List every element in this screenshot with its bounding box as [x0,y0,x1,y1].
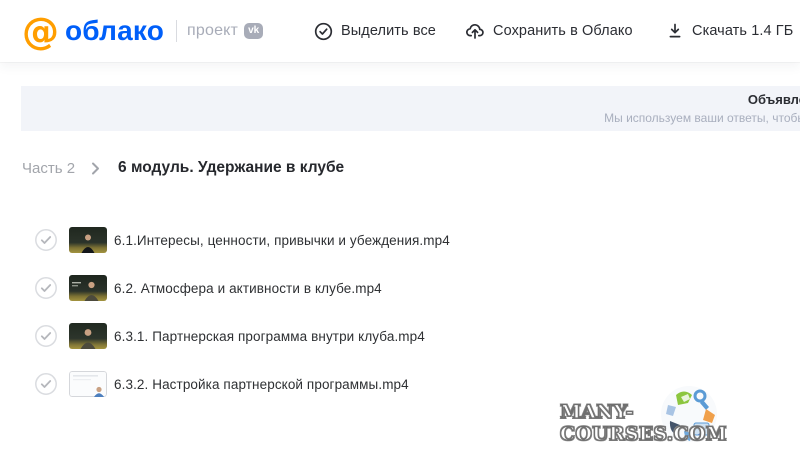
breadcrumb: Часть 2 6 модуль. Удержание в клубе [22,157,344,179]
video-thumbnail [69,275,107,301]
video-thumbnail [69,323,107,349]
download-button[interactable]: Скачать 1.4 ГБ [666,0,793,62]
top-header: @ облако проект vk Выделить все Сохранит… [0,0,800,62]
file-name: 6.3.1. Партнерская программа внутри клуб… [114,329,425,344]
file-row[interactable]: 6.3.2. Настройка партнерской программы.m… [0,360,800,408]
logo-divider [176,20,177,42]
row-checkbox[interactable] [35,325,57,347]
file-name: 6.1.Интересы, ценности, привычки и убежд… [114,233,450,248]
download-label: Скачать 1.4 ГБ [692,23,793,39]
announcement-text: Объявле Мы используем ваши ответы, чтобы [604,92,800,125]
file-row[interactable]: 6.2. Атмосфера и активности в клубе.mp4 [0,264,800,312]
cloud-logo[interactable]: @ облако проект vk [22,0,263,62]
row-checkbox[interactable] [35,277,57,299]
check-circle-icon [314,22,333,41]
breadcrumb-parent[interactable]: Часть 2 [22,160,75,177]
save-to-cloud-button[interactable]: Сохранить в Облако [465,0,633,62]
vk-badge-icon: vk [244,23,263,39]
select-all-button[interactable]: Выделить все [314,0,436,62]
video-thumbnail [69,227,107,253]
project-label: проект [187,22,238,40]
video-thumbnail [69,371,107,397]
file-name: 6.2. Атмосфера и активности в клубе.mp4 [114,281,382,296]
cloud-share-page: { "header": { "at_symbol": "@", "brand":… [0,0,800,447]
save-to-cloud-label: Сохранить в Облако [493,23,633,39]
file-row[interactable]: 6.1.Интересы, ценности, привычки и убежд… [0,216,800,264]
folder-title: 6 модуль. Удержание в клубе [118,159,344,177]
announcement-subtitle: Мы используем ваши ответы, чтобы [604,111,800,125]
select-all-label: Выделить все [341,23,436,39]
mailru-at-icon: @ [22,13,59,50]
row-checkbox[interactable] [35,373,57,395]
announcement-title: Объявле [604,92,800,107]
row-checkbox[interactable] [35,229,57,251]
cloud-upload-icon [465,21,485,41]
brand-name: облако [65,15,164,47]
chevron-right-icon [91,162,100,175]
file-list: 6.1.Интересы, ценности, привычки и убежд… [0,216,800,408]
file-row[interactable]: 6.3.1. Партнерская программа внутри клуб… [0,312,800,360]
file-name: 6.3.2. Настройка партнерской программы.m… [114,377,409,392]
announcement-banner: Объявле Мы используем ваши ответы, чтобы [21,86,800,131]
download-icon [666,22,684,40]
